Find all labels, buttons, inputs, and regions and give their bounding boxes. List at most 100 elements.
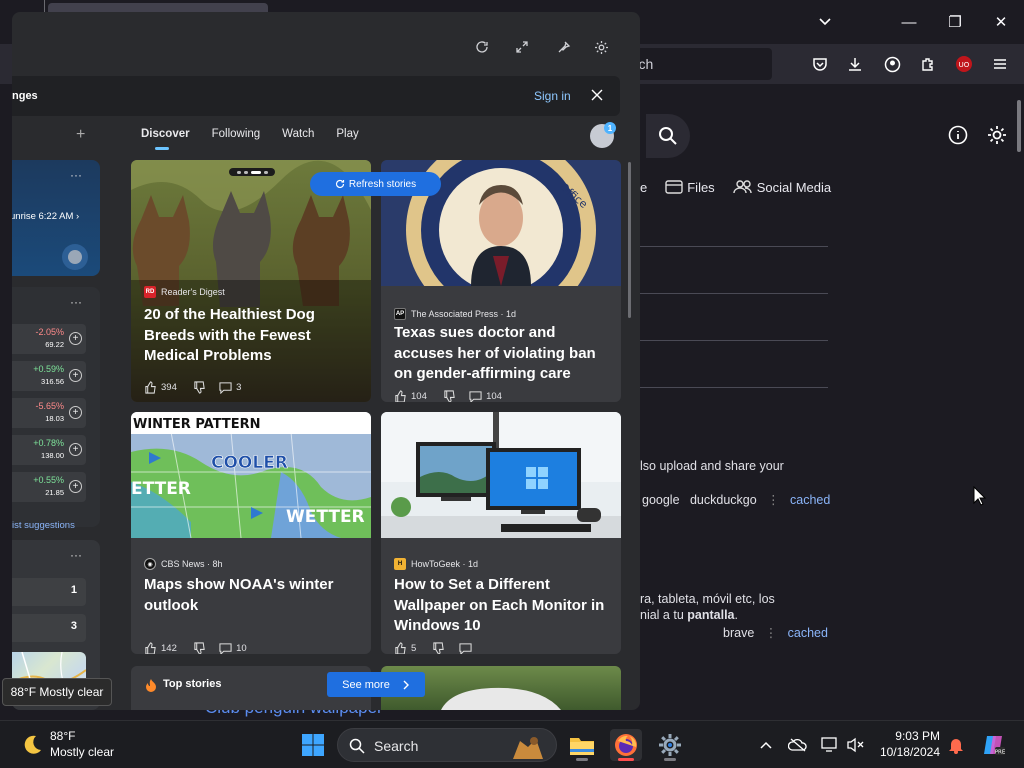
onedrive-offline-icon[interactable] bbox=[788, 735, 808, 755]
dislike-icon[interactable] bbox=[193, 642, 206, 654]
card-reactions: 5 bbox=[394, 642, 476, 654]
ublock-icon[interactable]: UO bbox=[954, 54, 974, 74]
close-window-button[interactable]: ✕ bbox=[978, 0, 1024, 44]
list-item[interactable]: 3 bbox=[12, 614, 86, 642]
account-icon[interactable] bbox=[882, 54, 902, 74]
like-icon[interactable] bbox=[394, 390, 407, 402]
pocket-icon[interactable] bbox=[810, 54, 830, 74]
like-icon[interactable] bbox=[144, 381, 157, 394]
sign-in-link[interactable]: Sign in bbox=[534, 89, 571, 103]
news-headline[interactable]: Texas sues doctor and accuses her of vio… bbox=[394, 323, 610, 385]
firefox-icon[interactable] bbox=[610, 729, 642, 761]
list-item[interactable]: 1 bbox=[12, 578, 86, 606]
tab-watch[interactable]: Watch bbox=[282, 128, 314, 140]
show-hidden-icons-chevron-up-icon[interactable] bbox=[756, 735, 776, 755]
stock-price: 138.00 bbox=[41, 451, 64, 460]
stock-row[interactable]: +0.59% 316.56 + bbox=[12, 361, 86, 391]
dislike-icon[interactable] bbox=[443, 390, 456, 402]
news-card[interactable]: Dis Office AP The Associated Press · 1d … bbox=[381, 160, 621, 402]
menu-icon[interactable] bbox=[990, 54, 1010, 74]
like-icon[interactable] bbox=[144, 642, 157, 654]
add-stock-icon[interactable]: + bbox=[69, 480, 82, 493]
volume-muted-icon[interactable] bbox=[845, 735, 865, 755]
minimize-button[interactable]: — bbox=[886, 0, 932, 44]
more-options-icon[interactable]: ··· bbox=[70, 548, 82, 562]
notification-bell-icon[interactable] bbox=[946, 735, 966, 755]
source-logo: ◉ bbox=[144, 558, 156, 570]
watchlist-suggestions-link[interactable]: ist suggestions bbox=[12, 520, 75, 531]
source-logo: H bbox=[394, 558, 406, 570]
comment-icon[interactable] bbox=[469, 390, 482, 402]
dislike-icon[interactable] bbox=[193, 381, 206, 394]
settings-app-icon[interactable] bbox=[654, 729, 686, 761]
news-headline[interactable]: 20 of the Healthiest Dog Breeds with the… bbox=[144, 305, 360, 367]
gear-icon[interactable] bbox=[592, 38, 610, 56]
stock-row[interactable]: +0.78% 138.00 + bbox=[12, 435, 86, 465]
notification-badge: 1 bbox=[604, 122, 616, 134]
tab-files[interactable]: Files bbox=[665, 180, 715, 195]
news-headline[interactable]: Maps show NOAA's winter outlook bbox=[144, 575, 360, 616]
carousel-dots[interactable] bbox=[229, 168, 275, 176]
downloads-icon[interactable] bbox=[845, 54, 865, 74]
stocks-widget: ··· -2.05% 69.22 + +0.59% 316.56 + -5.65… bbox=[12, 287, 100, 531]
result-divider bbox=[640, 293, 828, 294]
taskbar-search-box[interactable]: Search bbox=[337, 728, 557, 762]
expand-icon[interactable] bbox=[513, 38, 531, 56]
clock-time[interactable]: 9:03 PM bbox=[880, 729, 940, 743]
tab-list-chevron-icon[interactable] bbox=[802, 0, 848, 44]
extensions-icon[interactable] bbox=[918, 54, 938, 74]
taskbar-weather-condition[interactable]: Mostly clear bbox=[50, 745, 114, 759]
more-options-icon[interactable]: ··· bbox=[70, 295, 82, 309]
close-icon[interactable] bbox=[588, 86, 606, 104]
add-widget-button[interactable]: + bbox=[76, 126, 85, 144]
windows-start-icon[interactable] bbox=[301, 733, 325, 757]
more-options-icon[interactable]: ··· bbox=[70, 168, 82, 182]
dislike-icon[interactable] bbox=[432, 642, 445, 654]
news-card[interactable]: WINTER PATTERN COOLER ETTER WETTER ◉ CBS… bbox=[131, 412, 371, 654]
like-icon[interactable] bbox=[394, 642, 407, 654]
taskbar-temperature[interactable]: 88°F bbox=[50, 729, 75, 743]
pin-icon[interactable] bbox=[555, 38, 573, 56]
weather-widget[interactable]: ··· unrise 6:22 AM › bbox=[12, 160, 100, 276]
see-more-button[interactable]: See more bbox=[327, 672, 425, 697]
cached-link[interactable]: cached bbox=[788, 626, 828, 640]
sunrise-time: unrise 6:22 AM › bbox=[12, 211, 80, 222]
comment-icon[interactable] bbox=[458, 642, 472, 654]
news-headline[interactable]: How to Set a Different Wallpaper on Each… bbox=[394, 575, 610, 637]
news-card[interactable]: RD Reader's Digest 20 of the Healthiest … bbox=[131, 160, 371, 402]
tab-social-media[interactable]: Social Media bbox=[732, 180, 831, 195]
stock-row[interactable]: -5.65% 18.03 + bbox=[12, 398, 86, 428]
copilot-icon[interactable]: PRE bbox=[980, 735, 1006, 756]
panel-scrollbar[interactable] bbox=[628, 162, 631, 318]
info-icon[interactable] bbox=[946, 123, 970, 147]
news-source: RD Reader's Digest bbox=[144, 286, 225, 298]
settings-gear-icon[interactable] bbox=[985, 123, 1009, 147]
tab-category-partial[interactable]: e bbox=[640, 180, 647, 195]
page-scrollbar[interactable] bbox=[1017, 100, 1021, 152]
svg-text:ETTER: ETTER bbox=[131, 479, 191, 499]
tab-following[interactable]: Following bbox=[212, 128, 261, 140]
search-submit-icon[interactable] bbox=[646, 114, 690, 158]
add-stock-icon[interactable]: + bbox=[69, 369, 82, 382]
stock-row[interactable]: -2.05% 69.22 + bbox=[12, 324, 86, 354]
stock-change: -5.65% bbox=[35, 401, 64, 411]
tab-play[interactable]: Play bbox=[336, 128, 358, 140]
moon-weather-icon[interactable] bbox=[20, 733, 44, 757]
refresh-icon[interactable] bbox=[473, 38, 491, 56]
result-divider bbox=[640, 340, 828, 341]
add-stock-icon[interactable]: + bbox=[69, 406, 82, 419]
maximize-button[interactable]: ❐ bbox=[932, 0, 978, 44]
tab-discover[interactable]: Discover bbox=[141, 128, 190, 140]
source-logo: AP bbox=[394, 308, 406, 320]
news-card[interactable]: H HowToGeek · 1d How to Set a Different … bbox=[381, 412, 621, 654]
refresh-stories-button[interactable]: Refresh stories bbox=[310, 172, 441, 196]
network-icon[interactable] bbox=[820, 735, 840, 755]
cached-link[interactable]: cached bbox=[790, 493, 830, 507]
add-stock-icon[interactable]: + bbox=[69, 443, 82, 456]
comment-icon[interactable] bbox=[219, 381, 232, 394]
add-stock-icon[interactable]: + bbox=[69, 332, 82, 345]
comment-icon[interactable] bbox=[219, 642, 232, 654]
clock-date[interactable]: 10/18/2024 bbox=[870, 745, 940, 759]
file-explorer-icon[interactable] bbox=[566, 729, 598, 761]
stock-row[interactable]: +0.55% 21.85 + bbox=[12, 472, 86, 502]
